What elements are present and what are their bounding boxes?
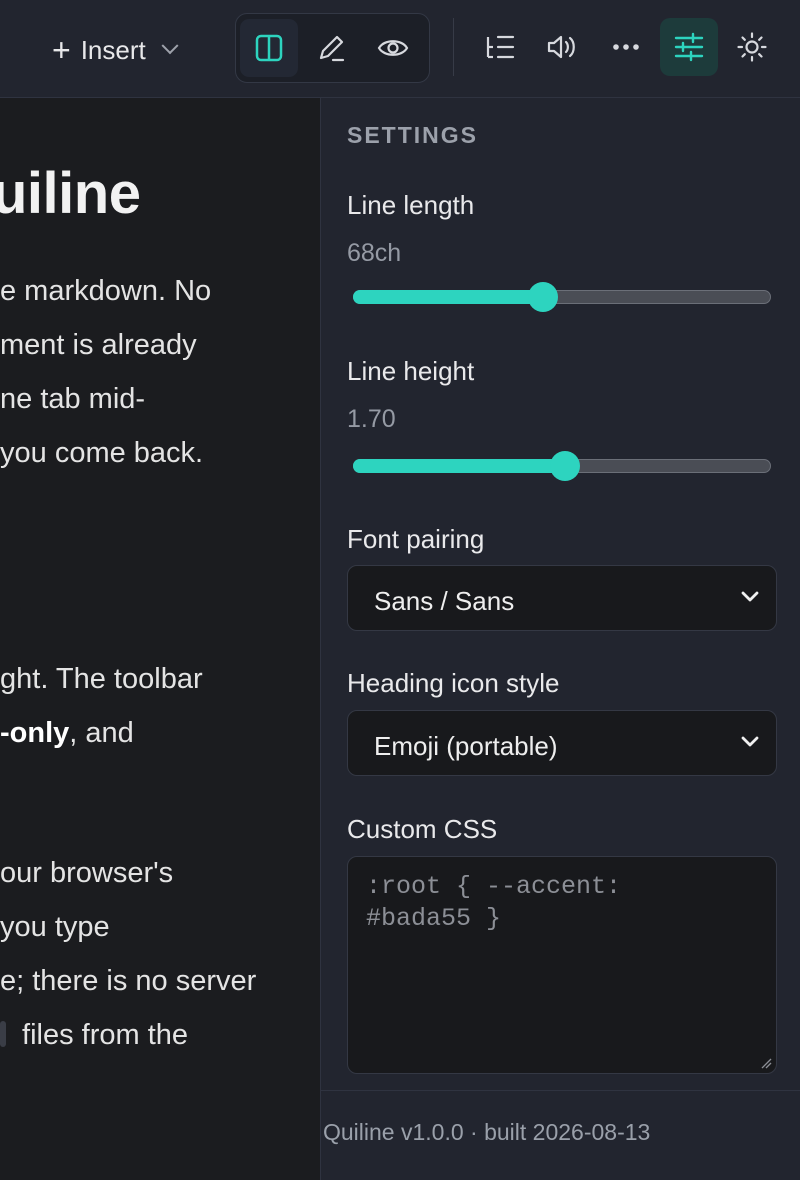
more-icon — [613, 44, 639, 50]
custom-css-label: Custom CSS — [347, 814, 498, 844]
line-length-slider[interactable] — [353, 282, 771, 312]
text-line: our browser's — [0, 857, 174, 889]
custom-css-textarea[interactable]: :root { --accent: #bada55 } — [347, 856, 777, 1074]
text-line: files from the — [0, 1008, 256, 1062]
theme-toggle-button[interactable] — [723, 18, 781, 76]
chevron-down-icon — [161, 37, 179, 55]
read-aloud-button[interactable] — [533, 18, 591, 76]
text-line: ne tab mid- — [0, 383, 146, 415]
slider-thumb[interactable] — [528, 282, 559, 312]
toolbar-separator — [453, 18, 454, 76]
text-line: -only, and — [0, 706, 203, 760]
settings-sliders-icon — [674, 32, 704, 62]
insert-label: Insert — [80, 34, 146, 65]
insert-menu-button[interactable]: + Insert — [52, 30, 179, 70]
paragraph-1: e markdown. No ment is already ne tab mi… — [0, 264, 211, 480]
version-footer: Quiline v1.0.0 · built 2026-08-13 — [323, 1119, 651, 1145]
outline-icon — [486, 35, 515, 59]
heading-icon-style-selected: Emoji (portable) — [374, 731, 558, 761]
split-view-button[interactable] — [240, 19, 298, 77]
more-button[interactable] — [597, 18, 655, 76]
text-line: you type — [0, 911, 110, 943]
text-line: ment is already — [0, 329, 197, 361]
slider-fill — [353, 290, 544, 304]
line-length-label: Line length — [347, 190, 475, 220]
custom-css-placeholder: :root { --accent: #bada55 } — [366, 872, 637, 933]
heading-icon-style-select[interactable]: Emoji (portable) — [347, 710, 777, 776]
line-height-label: Line height — [347, 356, 475, 386]
settings-panel: SETTINGS Line length 68ch Line height 1.… — [320, 98, 800, 1180]
theme-sun-icon — [737, 32, 767, 62]
text-line: ght. The toolbar — [0, 663, 203, 695]
split-view-icon — [255, 34, 283, 62]
top-toolbar: + Insert — [0, 0, 800, 98]
chevron-down-icon — [741, 591, 759, 602]
slider-thumb[interactable] — [549, 451, 580, 481]
footer-divider — [321, 1090, 800, 1091]
settings-title: SETTINGS — [347, 122, 479, 148]
text-line: e; there is no server — [0, 965, 257, 997]
slider-fill — [353, 459, 565, 473]
plus-icon: + — [52, 32, 71, 68]
resize-grip-icon[interactable] — [760, 1057, 772, 1069]
edit-mode-button[interactable] — [302, 19, 360, 77]
font-pairing-label: Font pairing — [347, 524, 485, 554]
text-line: you come back. — [0, 437, 204, 469]
font-pairing-selected: Sans / Sans — [374, 586, 515, 616]
text-run: , and — [69, 717, 134, 749]
line-height-slider[interactable] — [353, 451, 771, 481]
chevron-down-icon — [741, 736, 759, 747]
bold-text: -only — [0, 717, 70, 749]
edit-pencil-icon — [319, 35, 345, 62]
document-title: uiline — [0, 161, 141, 226]
text-run: files from the — [14, 1019, 189, 1051]
text-line: e markdown. No — [0, 275, 212, 307]
line-length-value: 68ch — [347, 239, 402, 267]
outline-button[interactable] — [471, 18, 529, 76]
preview-eye-icon — [377, 40, 409, 56]
font-pairing-select[interactable]: Sans / Sans — [347, 565, 777, 631]
settings-button[interactable] — [660, 18, 718, 76]
line-height-value: 1.70 — [347, 405, 396, 433]
preview-mode-button[interactable] — [364, 19, 422, 77]
heading-icon-style-label: Heading icon style — [347, 668, 560, 698]
paragraph-3: our browser's you type e; there is no se… — [0, 846, 256, 1062]
inline-code-fragment — [0, 1021, 6, 1047]
paragraph-2: ght. The toolbar -only, and — [0, 652, 203, 760]
document-preview[interactable]: uiline e markdown. No ment is already ne… — [0, 98, 320, 1180]
read-aloud-icon — [547, 35, 575, 59]
view-mode-group — [235, 13, 430, 83]
